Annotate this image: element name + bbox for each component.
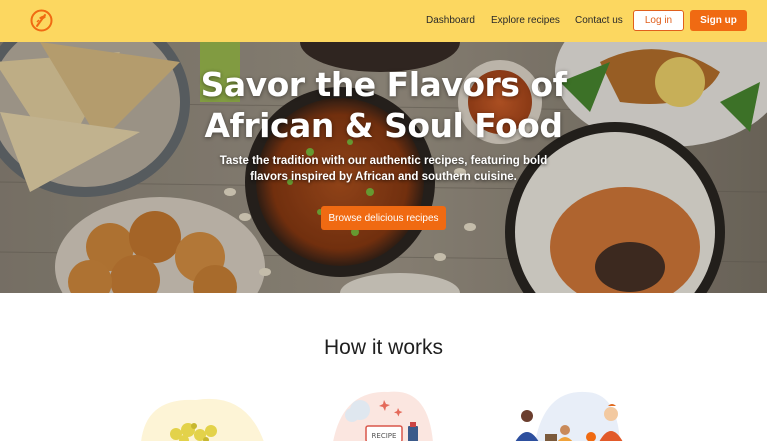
fork-leaf-logo-icon[interactable] (30, 9, 53, 32)
nav-link-dashboard[interactable]: Dashboard (426, 15, 475, 26)
browse-recipes-button[interactable]: Browse delicious recipes (321, 206, 446, 230)
hero-banner: Savor the Flavors of African & Soul Food… (0, 42, 767, 293)
hero-title: Savor the Flavors of African & Soul Food (200, 65, 567, 145)
top-navbar: Dashboard Explore recipes Contact us Log… (0, 0, 767, 42)
recipe-card-illustration-icon: RECIPE (328, 382, 438, 441)
nav-link-explore-recipes[interactable]: Explore recipes (491, 15, 560, 26)
signup-button[interactable]: Sign up (690, 10, 747, 31)
how-it-works-heading: How it works (323, 336, 444, 359)
recipe-card-text: RECIPE (372, 432, 397, 440)
nav-link-contact-us[interactable]: Contact us (575, 15, 623, 26)
food-bowl-illustration-icon (136, 382, 266, 441)
hero-subtitle: Taste the tradition with our authentic r… (219, 155, 548, 183)
login-button[interactable]: Log in (633, 10, 684, 31)
family-cooking-illustration-icon (505, 382, 635, 441)
